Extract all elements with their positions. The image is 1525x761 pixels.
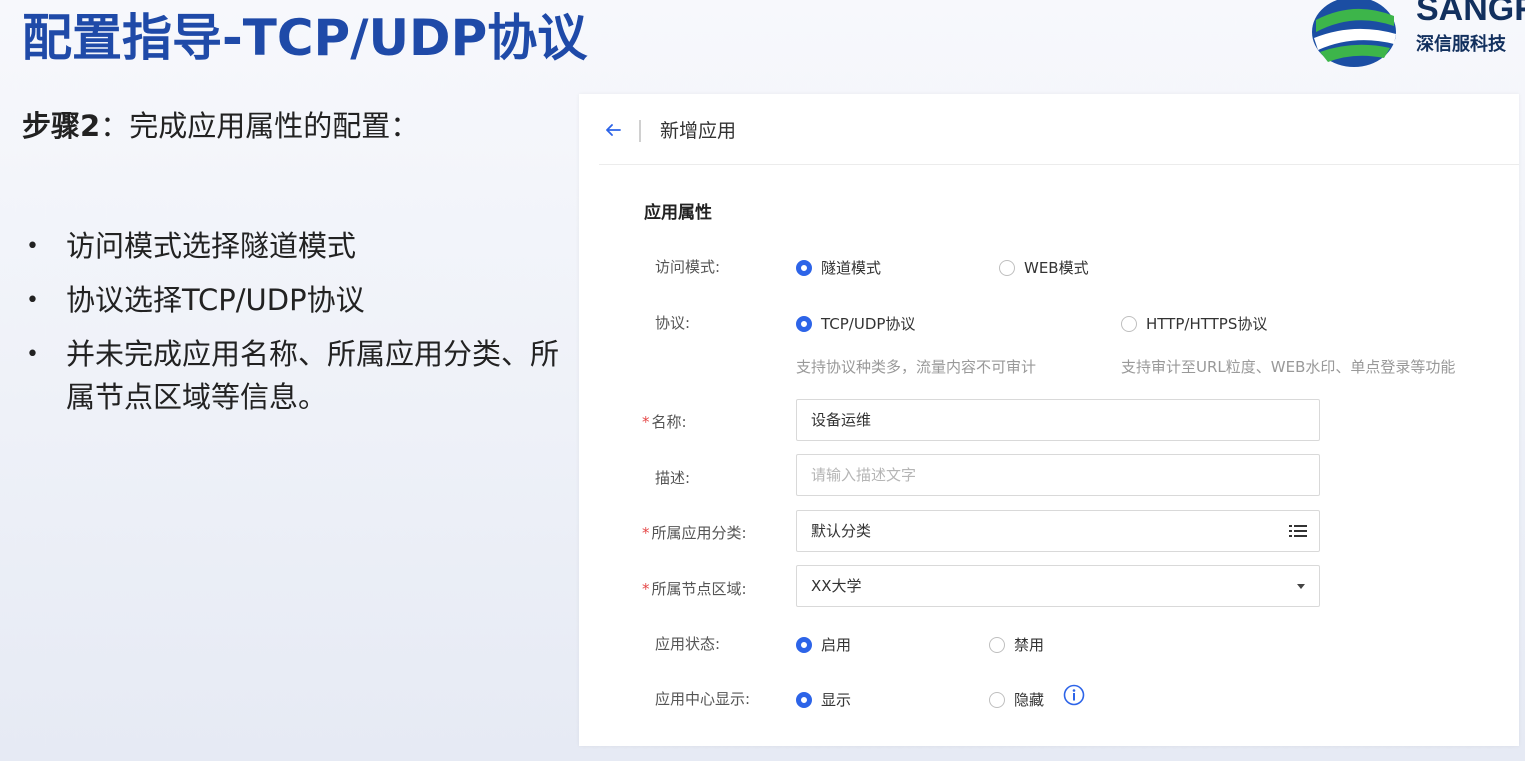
description-label: 描述:: [655, 469, 691, 487]
radio-unchecked-icon: [989, 691, 1005, 708]
radio-tcp-udp[interactable]: TCP/UDP协议: [796, 313, 915, 334]
access-mode-label: 访问模式:: [655, 258, 721, 276]
radio-checked-icon: [796, 259, 812, 276]
radio-unchecked-icon: [989, 636, 1005, 653]
required-mark: *: [642, 580, 650, 598]
sangfor-logo-icon: [1312, 0, 1396, 67]
bullet-icon: •: [26, 342, 39, 367]
company-logo: SANGF 深信服科技: [1308, 0, 1525, 74]
section-title: 应用属性: [644, 203, 712, 223]
name-label: * 名称:: [642, 413, 687, 431]
region-label: * 所属节点区域:: [642, 580, 747, 598]
step-heading: 步骤2：完成应用属性的配置：: [22, 103, 419, 145]
instruction-list: • 访问模式选择隧道模式 • 协议选择TCP/UDP协议 • 并未完成应用名称、所属应…: [22, 225, 567, 430]
bullet-icon: •: [26, 288, 39, 313]
radio-web-mode[interactable]: WEB模式: [999, 257, 1089, 278]
back-arrow-icon[interactable]: [602, 119, 624, 141]
list-icon[interactable]: [1289, 523, 1307, 539]
step-label: 步骤2: [22, 109, 101, 143]
header-divider: [639, 120, 641, 142]
description-input[interactable]: 请输入描述文字: [796, 454, 1320, 496]
region-select[interactable]: XX大学: [796, 565, 1320, 607]
required-mark: *: [642, 524, 650, 542]
panel-header: 新增应用: [599, 94, 1519, 165]
radio-unchecked-icon: [1121, 315, 1137, 332]
radio-http-https[interactable]: HTTP/HTTPS协议: [1121, 313, 1267, 334]
radio-disable[interactable]: 禁用: [989, 634, 1044, 655]
name-input[interactable]: 设备运维: [796, 399, 1320, 441]
category-label: * 所属应用分类:: [642, 524, 747, 542]
status-label: 应用状态:: [655, 635, 721, 653]
instruction-item: • 协议选择TCP/UDP协议: [22, 279, 567, 322]
required-mark: *: [642, 413, 650, 431]
slide-title: 配置指导-TCP/UDP协议: [22, 9, 588, 67]
radio-tunnel-mode[interactable]: 隧道模式: [796, 257, 881, 278]
description-placeholder: 请输入描述文字: [811, 466, 917, 484]
radio-enable[interactable]: 启用: [796, 634, 851, 655]
new-app-panel: 新增应用 应用属性 访问模式: 隧道模式 WEB模式 协议: TCP/UDP协议…: [579, 94, 1519, 746]
bullet-icon: •: [26, 234, 39, 259]
radio-hide[interactable]: 隐藏: [989, 689, 1044, 710]
logo-text-en: SANGF: [1416, 0, 1525, 28]
category-select[interactable]: 默认分类: [796, 510, 1320, 552]
instruction-item: • 访问模式选择隧道模式: [22, 225, 567, 268]
radio-unchecked-icon: [999, 259, 1015, 276]
radio-checked-icon: [796, 315, 812, 332]
radio-checked-icon: [796, 636, 812, 653]
instruction-item: • 并未完成应用名称、所属应用分类、所属节点区域等信息。: [22, 333, 567, 419]
center-display-label: 应用中心显示:: [655, 690, 751, 708]
radio-show[interactable]: 显示: [796, 689, 851, 710]
info-icon[interactable]: [1063, 684, 1085, 706]
caret-down-icon[interactable]: [1295, 583, 1307, 591]
radio-checked-icon: [796, 691, 812, 708]
http-https-hint: 支持审计至URL粒度、WEB水印、单点登录等功能: [1121, 358, 1456, 376]
step-text: ：完成应用属性的配置：: [100, 109, 420, 143]
page-title: 新增应用: [660, 120, 737, 142]
tcp-udp-hint: 支持协议种类多，流量内容不可审计: [796, 358, 1037, 376]
protocol-label: 协议:: [655, 314, 691, 332]
logo-text-cn: 深信服科技: [1416, 34, 1506, 55]
